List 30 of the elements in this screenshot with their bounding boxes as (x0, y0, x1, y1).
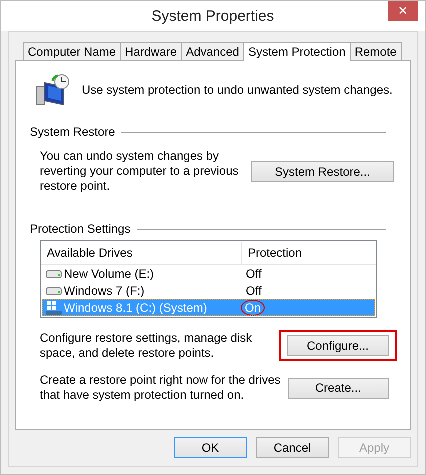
intro-text: Use system protection to undo unwanted system changes. (82, 83, 393, 97)
group-heading: System Restore (30, 125, 116, 139)
tab[interactable]: Computer Name (23, 42, 122, 60)
window-title: System Properties (152, 8, 274, 24)
create-button[interactable]: Create... (288, 378, 389, 398)
tab[interactable]: Remote (350, 42, 402, 60)
drive-name: Windows 7 (F:) (64, 284, 145, 298)
protection-status: On (241, 300, 266, 316)
tab[interactable]: System Protection (243, 42, 351, 61)
drive-icon (46, 286, 62, 296)
configure-button[interactable]: Configure... (287, 335, 389, 356)
group-heading: Protection Settings (30, 222, 131, 236)
computer-restore-icon (36, 73, 72, 107)
system-drive-icon (46, 300, 62, 314)
drive-row[interactable]: Windows 7 (F:) Off (42, 282, 375, 299)
description-text: Create a restore point right now for the drives that have system protection turned on. (40, 373, 282, 403)
column-header[interactable]: Available Drives (41, 246, 241, 260)
drive-name: New Volume (E:) (64, 266, 154, 280)
dialog-button[interactable]: OK (174, 437, 247, 458)
protection-status: Off (245, 284, 262, 298)
protection-status: Off (245, 266, 262, 280)
drive-name: Windows 8.1 (C:) (System) (64, 300, 208, 314)
system-restore-button[interactable]: System Restore... (251, 161, 394, 182)
dialog-button[interactable]: Cancel (256, 437, 329, 458)
description-text: Configure restore settings, manage disk space, and delete restore points. (40, 330, 254, 360)
drive-row[interactable]: New Volume (E:) Off (42, 265, 375, 282)
description-text: You can undo system changes by reverting your computer to a previous restore point. (40, 149, 240, 194)
close-button[interactable]: ✕ (388, 1, 418, 21)
drive-icon (46, 268, 62, 278)
column-header[interactable]: Protection (241, 242, 376, 264)
